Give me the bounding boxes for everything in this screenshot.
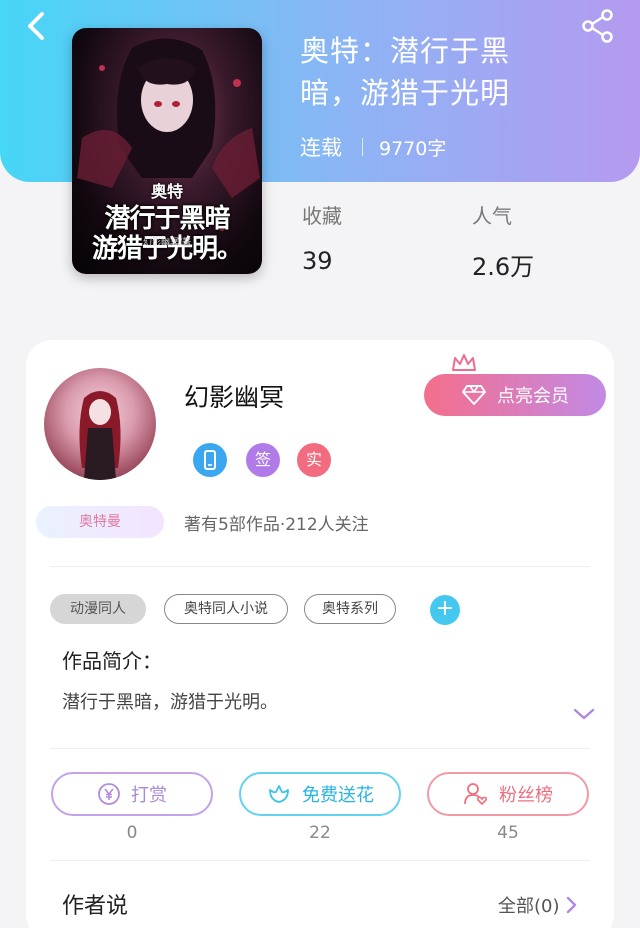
serial-status: 连载 [300, 136, 342, 160]
author-avatar[interactable] [44, 368, 156, 480]
tag-anime-fanfic[interactable]: 动漫同人 [50, 594, 146, 624]
tip-button[interactable]: 打赏 [51, 772, 213, 816]
avatar-badge: 奥特曼 [36, 506, 164, 538]
divider [50, 860, 590, 861]
phone-verified-badge [193, 443, 227, 477]
cover-small-title: 奥特 [150, 182, 183, 201]
chevron-right-icon [566, 896, 576, 914]
diamond-icon [462, 385, 486, 405]
fan-ranking-button[interactable]: 粉丝榜 [427, 772, 589, 816]
view-all-label: 全部(0) [498, 896, 560, 917]
verified-identity-badge: 实 [297, 443, 331, 477]
back-arrow-icon[interactable] [18, 6, 58, 46]
stat-favorites: 收藏 39 [302, 200, 342, 275]
tip-button-label: 打赏 [131, 785, 167, 806]
book-title: 奥特：潜行于黑暗，游猎于光明 [300, 34, 511, 110]
add-tag-button[interactable]: + [430, 595, 460, 625]
signed-author-badge: 签 [246, 443, 280, 477]
flower-count: 22 [309, 823, 331, 843]
synopsis-title: 作品简介： [62, 649, 162, 673]
user-heart-icon [464, 783, 488, 806]
chevron-down-icon[interactable] [570, 700, 598, 728]
vip-button-label: 点亮会员 [497, 386, 569, 407]
phone-icon [204, 450, 216, 470]
send-flower-label: 免费送花 [302, 785, 374, 806]
status-divider [362, 138, 363, 156]
stat-favorites-label: 收藏 [302, 204, 342, 228]
tip-count: 0 [126, 823, 138, 843]
cover-title: 奥特 潜行于黑暗 游猎于光明。 [72, 178, 262, 264]
tag-ultra-fanfic[interactable]: 奥特同人小说 [164, 594, 288, 624]
stat-popularity-value: 2.6万 [472, 253, 535, 281]
author-meta: 著有5部作品·212人关注 [184, 515, 369, 535]
cover-title-line1: 潜行于黑暗 [104, 204, 230, 234]
book-cover[interactable]: 奥特 潜行于黑暗 游猎于光明。 幻影幽冥/著 [72, 28, 262, 274]
share-icon[interactable] [578, 6, 618, 46]
synopsis-text: 潜行于黑暗，游猎于光明。 [62, 692, 278, 713]
book-status-row: 连载 9770字 [300, 132, 446, 162]
stat-favorites-value: 39 [302, 247, 333, 275]
divider [50, 566, 590, 567]
send-flower-button[interactable]: 免费送花 [239, 772, 401, 816]
flower-icon [269, 785, 289, 803]
avatar-artwork [79, 391, 121, 480]
fan-ranking-label: 粉丝榜 [499, 785, 553, 806]
stat-popularity-label: 人气 [472, 204, 512, 228]
activate-vip-button[interactable]: 点亮会员 [424, 374, 606, 416]
tag-ultra-series[interactable]: 奥特系列 [304, 594, 396, 624]
crown-icon [452, 354, 476, 371]
divider [50, 748, 590, 749]
cover-author-credit: 幻影幽冥/著 [142, 238, 192, 248]
word-count: 9770字 [379, 137, 447, 160]
stat-popularity: 人气 2.6万 [472, 200, 534, 282]
author-says-title: 作者说 [62, 894, 129, 919]
author-name[interactable]: 幻影幽冥 [184, 378, 284, 414]
yen-coin-icon [98, 783, 120, 805]
view-all-link[interactable]: 全部(0) [498, 892, 582, 918]
fan-count: 45 [497, 823, 519, 843]
